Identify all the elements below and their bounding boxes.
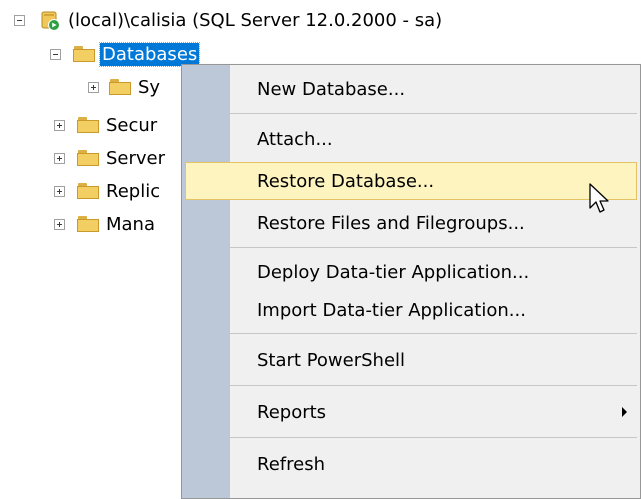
tree-node-management[interactable]: Mana <box>54 208 155 240</box>
sql-server-icon <box>39 9 61 31</box>
menu-item-deploy-data-tier[interactable]: Deploy Data-tier Application... <box>185 253 637 291</box>
mouse-cursor-icon <box>589 183 609 213</box>
submenu-arrow-icon <box>622 407 627 417</box>
databases-label[interactable]: Databases <box>98 41 201 67</box>
menu-item-restore-database[interactable]: Restore Database... <box>185 162 637 200</box>
folder-icon <box>109 79 131 95</box>
menu-item-label: Reports <box>257 401 327 423</box>
collapse-icon[interactable] <box>14 14 25 26</box>
tree-node-databases[interactable]: Databases <box>50 38 201 70</box>
menu-separator <box>230 333 637 334</box>
menu-item-label: Restore Database... <box>257 170 435 192</box>
menu-item-label: Refresh <box>257 453 325 475</box>
menu-separator <box>230 247 637 248</box>
menu-separator <box>230 385 637 386</box>
menu-item-import-data-tier[interactable]: Import Data-tier Application... <box>185 291 637 329</box>
context-menu: New Database... Attach... Restore Databa… <box>181 64 641 499</box>
expand-icon[interactable] <box>54 119 65 131</box>
tree-node-server[interactable]: (local)\calisia (SQL Server 12.0.2000 - … <box>14 4 442 36</box>
folder-icon <box>77 216 99 232</box>
menu-item-label: New Database... <box>257 78 406 100</box>
expand-icon[interactable] <box>88 81 99 93</box>
menu-item-label: Attach... <box>257 128 333 150</box>
menu-item-restore-files-filegroups[interactable]: Restore Files and Filegroups... <box>185 204 637 242</box>
tree-node-server-objects[interactable]: Server <box>54 142 165 174</box>
expand-icon[interactable] <box>54 218 65 230</box>
menu-item-label: Start PowerShell <box>257 349 406 371</box>
tree-node-security[interactable]: Secur <box>54 109 157 141</box>
collapse-icon[interactable] <box>50 48 61 60</box>
tree-node-label: Server <box>106 147 166 169</box>
folder-icon <box>73 46 95 62</box>
menu-item-label: Restore Files and Filegroups... <box>257 212 525 234</box>
menu-item-attach[interactable]: Attach... <box>185 120 637 158</box>
expand-icon[interactable] <box>54 152 65 164</box>
folder-icon <box>77 150 99 166</box>
menu-item-new-database[interactable]: New Database... <box>185 70 637 108</box>
folder-icon <box>77 117 99 133</box>
menu-item-refresh[interactable]: Refresh <box>185 445 637 483</box>
menu-separator <box>230 113 637 114</box>
menu-separator <box>230 437 637 438</box>
tree-node-label: Sy <box>138 76 161 98</box>
server-label: (local)\calisia (SQL Server 12.0.2000 - … <box>68 9 443 31</box>
menu-item-label: Import Data-tier Application... <box>257 299 526 321</box>
folder-icon <box>77 183 99 199</box>
menu-item-reports[interactable]: Reports <box>185 393 637 431</box>
menu-item-start-powershell[interactable]: Start PowerShell <box>185 341 637 379</box>
tree-node-label: Replic <box>106 180 161 202</box>
tree-node-system-databases[interactable]: Sy <box>88 71 160 103</box>
menu-item-label: Deploy Data-tier Application... <box>257 261 530 283</box>
tree-node-label: Mana <box>106 213 155 235</box>
tree-node-label: Secur <box>106 114 158 136</box>
tree-node-replication[interactable]: Replic <box>54 175 160 207</box>
expand-icon[interactable] <box>54 185 65 197</box>
